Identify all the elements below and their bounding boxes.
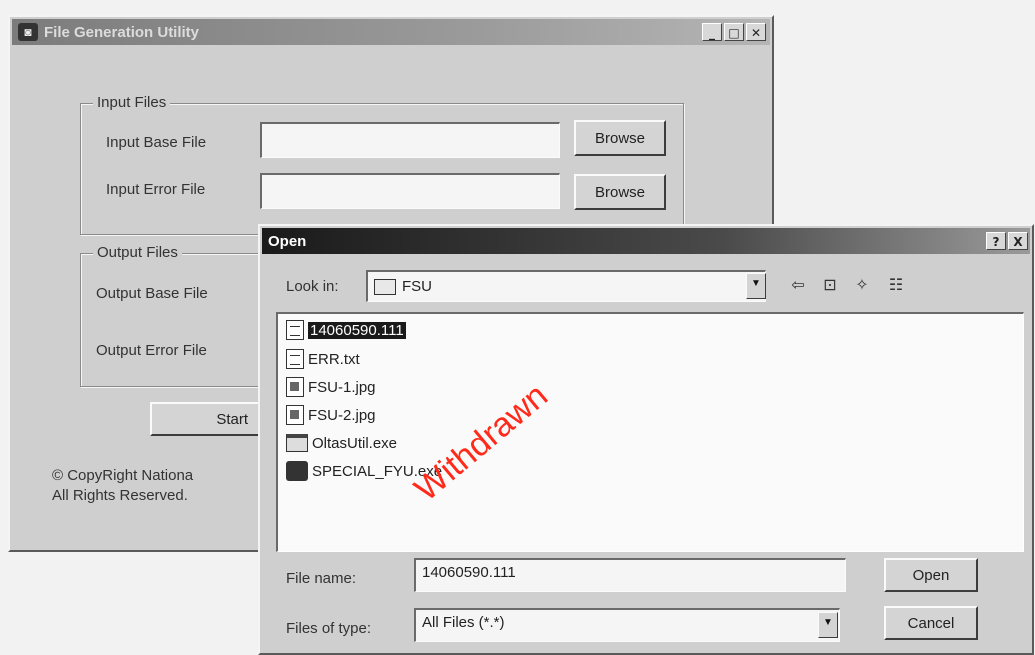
- output-files-label: Output Files: [93, 244, 182, 261]
- close-icon[interactable]: X: [1008, 232, 1028, 250]
- look-in-combo[interactable]: FSU: [366, 270, 766, 302]
- folder-icon: [374, 278, 396, 295]
- input-error-file-field[interactable]: [260, 173, 560, 209]
- file-list[interactable]: 14060590.111 ERR.txt FSU-1.jpg FSU-2.jpg…: [276, 312, 1024, 552]
- image-file-icon: [286, 405, 304, 425]
- file-name-field[interactable]: 14060590.111: [414, 558, 846, 592]
- input-base-browse-button[interactable]: Browse: [574, 120, 666, 156]
- look-in-label: Look in:: [286, 278, 339, 295]
- exe-file-icon: [286, 434, 308, 452]
- rights-reserved-text: All Rights Reserved.: [52, 487, 188, 504]
- files-of-type-dropdown-icon[interactable]: ▼: [818, 612, 838, 638]
- output-base-file-label: Output Base File: [96, 285, 208, 302]
- file-name: FSU-2.jpg: [308, 406, 376, 424]
- output-error-file-label: Output Error File: [96, 342, 207, 359]
- look-in-dropdown-icon[interactable]: ▼: [746, 273, 766, 299]
- file-name: OltasUtil.exe: [312, 434, 398, 452]
- new-folder-icon[interactable]: ✧: [850, 274, 874, 296]
- look-in-value: FSU: [402, 278, 432, 295]
- up-folder-icon[interactable]: ⊡: [818, 274, 842, 296]
- help-icon[interactable]: ?: [986, 232, 1006, 250]
- input-files-label: Input Files: [93, 94, 171, 111]
- view-menu-icon[interactable]: ☷: [884, 274, 908, 296]
- open-dialog-title-bar[interactable]: Open ? X: [262, 228, 1030, 254]
- copyright-text: © CopyRight Nationa: [52, 467, 194, 484]
- input-base-file-field[interactable]: [260, 122, 560, 158]
- utility-title: File Generation Utility: [44, 23, 200, 41]
- maximize-icon[interactable]: □: [724, 23, 744, 41]
- files-of-type-combo[interactable]: All Files (*.*): [414, 608, 840, 642]
- utility-title-bar[interactable]: ◙ File Generation Utility _ □ ✕: [12, 19, 770, 45]
- list-item[interactable]: ERR.txt: [286, 347, 360, 371]
- image-file-icon: [286, 377, 304, 397]
- file-name: FSU-1.jpg: [308, 378, 376, 396]
- list-item[interactable]: FSU-2.jpg: [286, 403, 376, 427]
- text-file-icon: [286, 320, 304, 340]
- list-item[interactable]: 14060590.111: [286, 318, 406, 342]
- list-item[interactable]: FSU-1.jpg: [286, 375, 376, 399]
- app-exe-icon: [286, 461, 308, 481]
- files-of-type-label: Files of type:: [286, 620, 372, 637]
- text-file-icon: [286, 349, 304, 369]
- input-base-file-label: Input Base File: [106, 134, 207, 151]
- output-files-group: Output Files: [80, 244, 282, 387]
- back-arrow-icon[interactable]: ⇦: [786, 274, 810, 296]
- app-icon: ◙: [18, 23, 38, 41]
- file-name: 14060590.111: [308, 321, 406, 339]
- close-icon[interactable]: ✕: [746, 23, 766, 41]
- file-name-label: File name:: [286, 570, 357, 587]
- open-dialog-title: Open: [268, 232, 307, 250]
- cancel-button[interactable]: Cancel: [884, 606, 978, 640]
- list-item[interactable]: OltasUtil.exe: [286, 431, 397, 455]
- input-error-browse-button[interactable]: Browse: [574, 174, 666, 210]
- open-dialog: Open ? X Look in: FSU ▼ ⇦ ⊡ ✧ ☷ 14060590…: [258, 224, 1034, 655]
- open-button[interactable]: Open: [884, 558, 978, 592]
- input-error-file-label: Input Error File: [106, 181, 206, 198]
- file-name: ERR.txt: [308, 350, 360, 368]
- minimize-icon[interactable]: _: [702, 23, 722, 41]
